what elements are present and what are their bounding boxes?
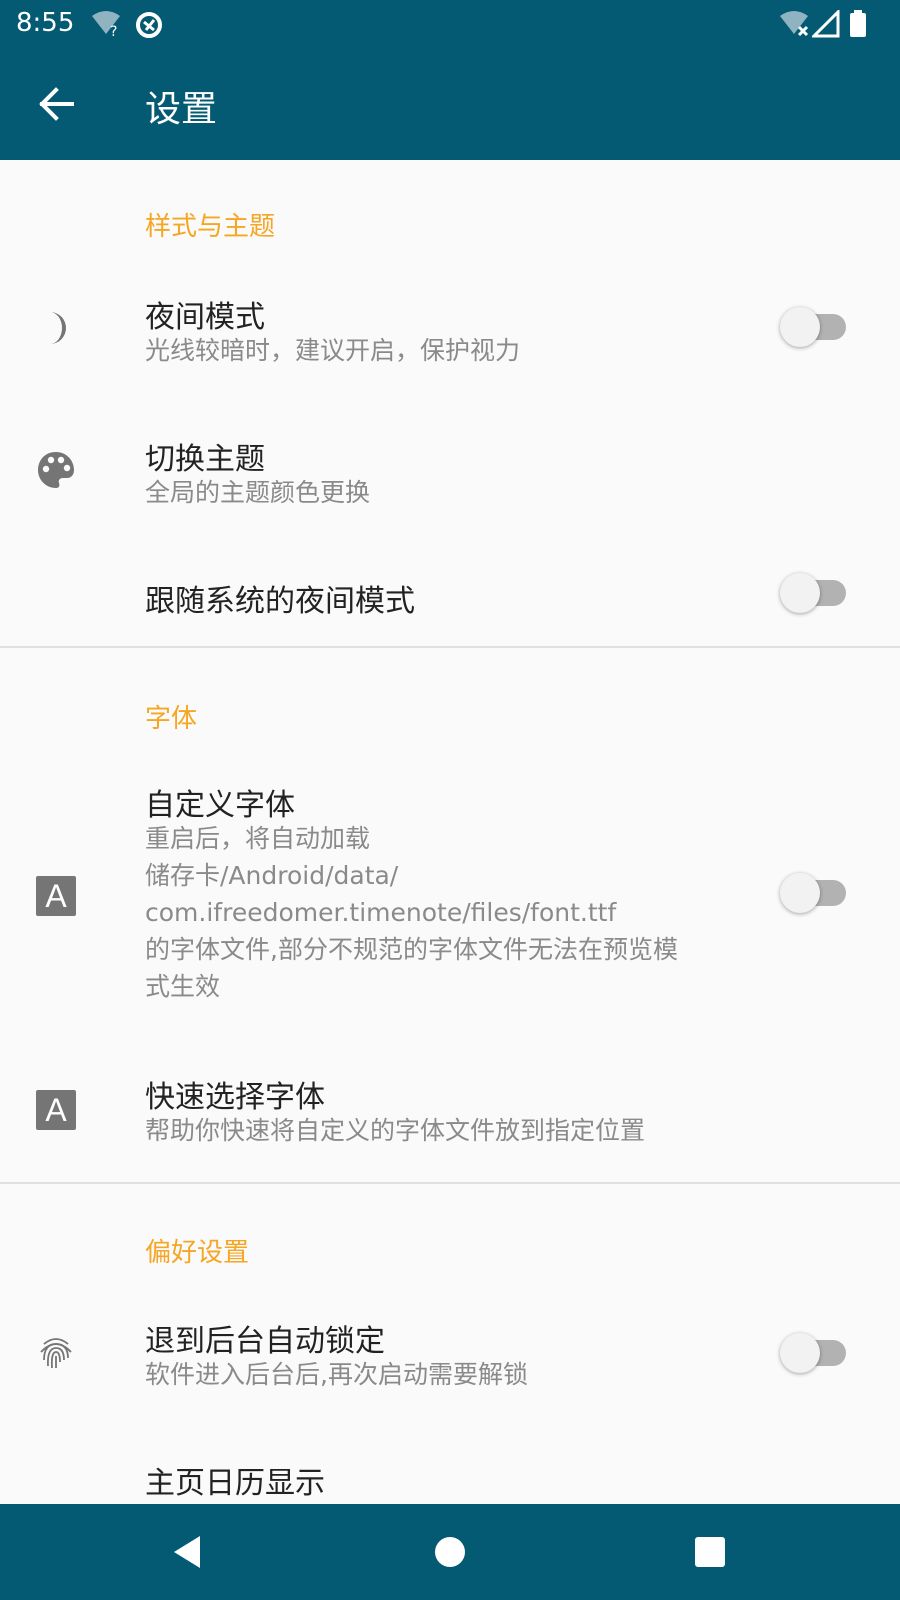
wifi-question-icon: ? bbox=[92, 11, 120, 38]
auto-lock-switch[interactable] bbox=[780, 1332, 846, 1374]
nav-recents-icon[interactable] bbox=[686, 1528, 734, 1576]
settings-list: 样式与主题 夜间模式 光线较暗时，建议开启，保护视力 切换主题 全局的主题颜色更… bbox=[0, 160, 900, 1504]
setting-subtitle: 光线较暗时，建议开启，保护视力 bbox=[145, 336, 521, 365]
setting-title: 跟随系统的夜间模式 bbox=[145, 584, 415, 619]
wifi-off-icon bbox=[780, 11, 809, 37]
section-title-font: 字体 bbox=[145, 704, 198, 734]
follow-system-night-switch[interactable] bbox=[780, 572, 846, 614]
app-bar: 设置 bbox=[0, 48, 900, 160]
night-mode-switch[interactable] bbox=[780, 306, 846, 348]
svg-text:?: ? bbox=[110, 24, 117, 38]
status-bar: 8:55 ? bbox=[0, 0, 900, 48]
setting-subtitle: 全局的主题颜色更换 bbox=[145, 478, 371, 507]
setting-title: 退到后台自动锁定 bbox=[145, 1324, 385, 1359]
setting-title: 主页日历显示 bbox=[145, 1466, 325, 1501]
font-a-icon: A bbox=[36, 876, 76, 916]
setting-switch-theme[interactable]: 切换主题 全局的主题颜色更换 bbox=[0, 412, 900, 532]
fingerprint-icon bbox=[40, 1338, 72, 1369]
section-divider bbox=[0, 646, 900, 648]
setting-quick-select-font[interactable]: A 快速选择字体 帮助你快速将自定义的字体文件放到指定位置 bbox=[0, 1050, 900, 1170]
navigation-bar bbox=[0, 1504, 900, 1600]
setting-title: 夜间模式 bbox=[145, 300, 265, 335]
status-time: 8:55 bbox=[16, 8, 75, 38]
setting-auto-lock[interactable]: 退到后台自动锁定 软件进入后台后,再次启动需要解锁 bbox=[0, 1294, 900, 1414]
section-divider bbox=[0, 1182, 900, 1184]
setting-night-mode[interactable]: 夜间模式 光线较暗时，建议开启，保护视力 bbox=[0, 270, 900, 390]
font-a-icon: A bbox=[36, 1090, 76, 1130]
custom-font-switch[interactable] bbox=[780, 872, 846, 914]
nav-home-icon[interactable] bbox=[426, 1528, 474, 1576]
setting-custom-font[interactable]: A 自定义字体 重启后，将自动加载 储存卡/Android/data/ com.… bbox=[0, 758, 900, 1008]
setting-subtitle: 帮助你快速将自定义的字体文件放到指定位置 bbox=[145, 1116, 646, 1145]
arrow-back-icon[interactable] bbox=[30, 78, 82, 130]
moon-icon bbox=[50, 312, 66, 344]
palette-icon bbox=[38, 452, 74, 488]
setting-title: 切换主题 bbox=[145, 442, 265, 477]
section-title-preferences: 偏好设置 bbox=[145, 1238, 250, 1268]
signal-icon bbox=[812, 10, 840, 38]
nav-back-icon[interactable] bbox=[164, 1528, 212, 1576]
page-title: 设置 bbox=[145, 89, 218, 130]
battery-icon bbox=[850, 10, 866, 37]
setting-home-calendar[interactable]: 主页日历显示 bbox=[0, 1436, 900, 1504]
setting-subtitle: 重启后，将自动加载 储存卡/Android/data/ com.ifreedom… bbox=[145, 824, 678, 1001]
setting-title: 快速选择字体 bbox=[145, 1080, 325, 1115]
setting-subtitle: 软件进入后台后,再次启动需要解锁 bbox=[145, 1360, 528, 1389]
section-title-style-theme: 样式与主题 bbox=[145, 212, 276, 242]
setting-follow-system-night-mode[interactable]: 跟随系统的夜间模式 bbox=[0, 554, 900, 634]
vpn-icon bbox=[136, 12, 162, 38]
setting-title: 自定义字体 bbox=[145, 788, 295, 823]
